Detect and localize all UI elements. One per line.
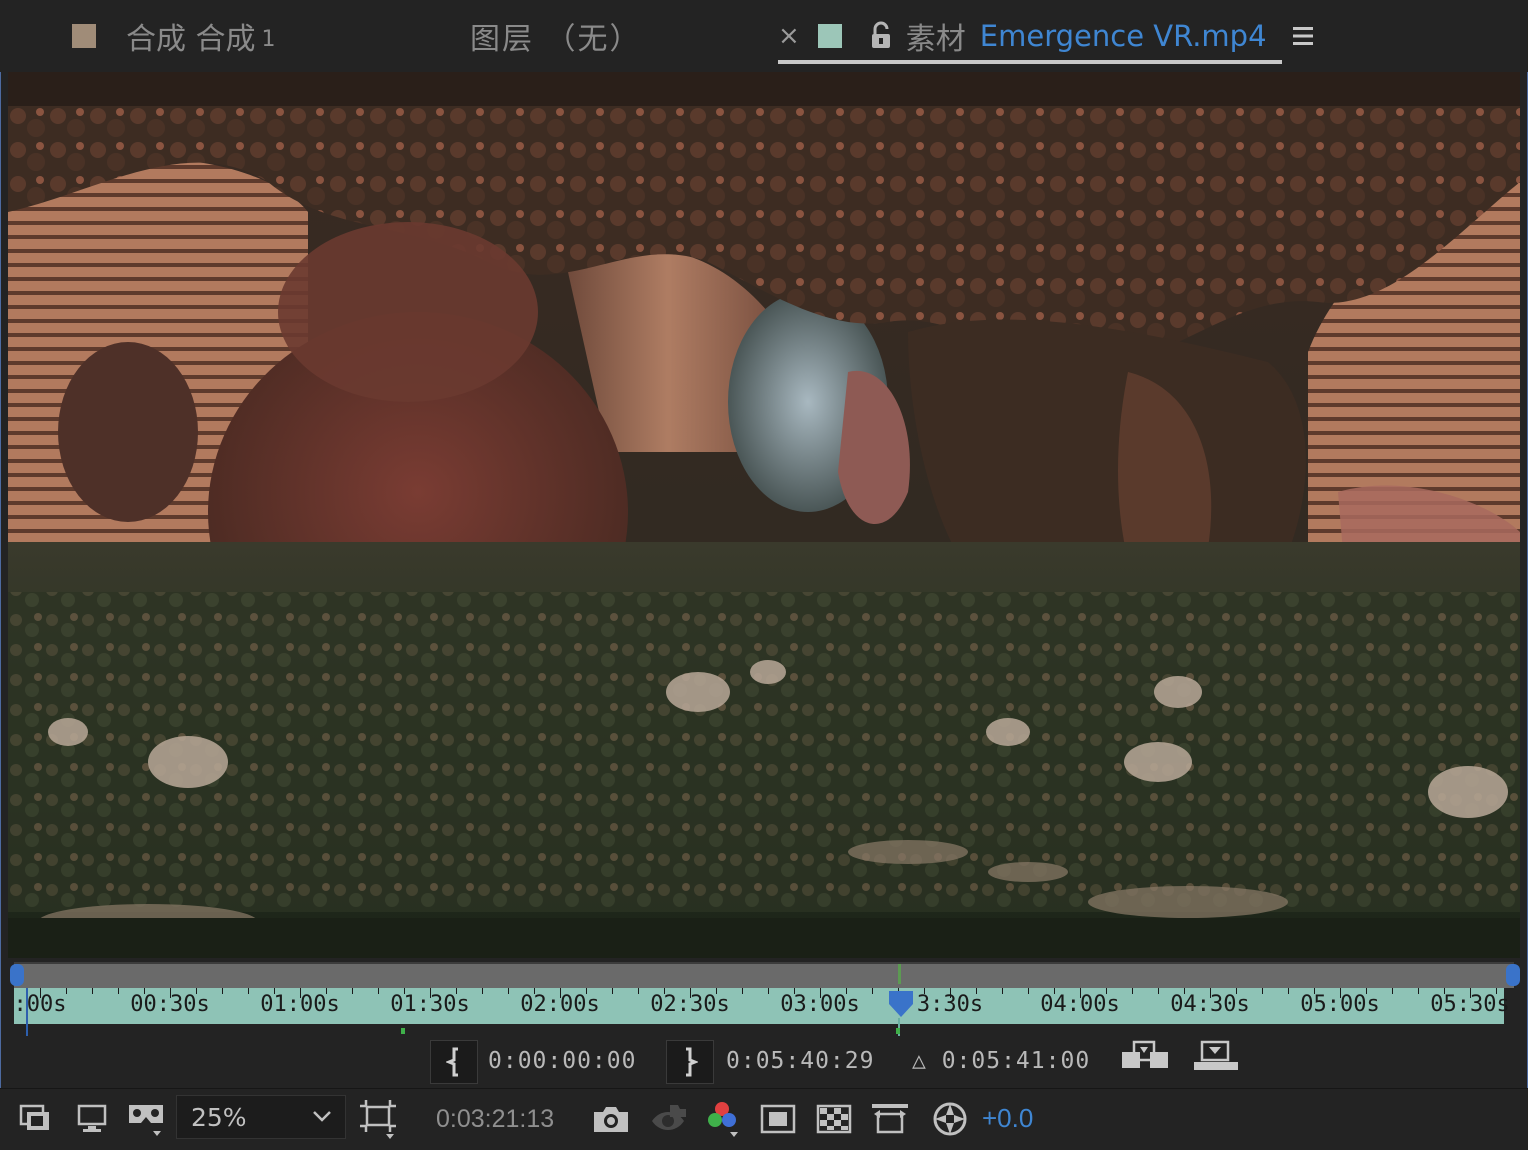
ruler-tick-label: :00s (13, 992, 67, 1017)
ruler-tick-label: 03:00s (780, 992, 860, 1017)
in-out-row: 0:00:00:00 0:05:40:29 △ 0:05:41:00 (0, 1040, 1528, 1084)
ruler-minor-tick (638, 988, 639, 994)
always-preview-icon (19, 1104, 49, 1130)
primary-viewer-button[interactable] (72, 1097, 112, 1141)
ruler-minor-tick (872, 988, 873, 994)
show-snapshot-button[interactable] (646, 1097, 690, 1141)
ruler-minor-tick (482, 988, 483, 994)
transparency-grid-icon (816, 1104, 852, 1134)
fast-previews-button[interactable] (870, 1097, 910, 1141)
toggle-mask-icon (760, 1104, 796, 1134)
show-snapshot-icon (652, 1105, 686, 1130)
close-tab-icon[interactable]: × (778, 21, 800, 51)
ruler-minor-tick (1002, 988, 1003, 994)
exposure-reset-icon (933, 1102, 967, 1136)
viewer-toolbar: 25% 0:03:21:13 +0.0 (0, 1088, 1528, 1150)
work-area-start-handle[interactable] (10, 964, 24, 986)
ruler-minor-tick (1392, 988, 1393, 994)
ruler-tick-label: 04:00s (1040, 992, 1120, 1017)
region-of-interest-button[interactable] (356, 1097, 400, 1141)
duration-timecode: △ 0:05:41:00 (912, 1048, 1091, 1074)
toggle-mask-button[interactable] (758, 1097, 798, 1141)
ruler-tick-label: 05:00s (1300, 992, 1380, 1017)
ruler-tick-label: 01:30s (390, 992, 470, 1017)
in-bracket-icon (446, 1047, 458, 1077)
footage-color-swatch (817, 24, 842, 48)
composition-color-swatch (72, 24, 96, 48)
ruler-minor-tick (352, 988, 353, 994)
ruler-minor-tick (768, 988, 769, 994)
ruler-minor-tick (1288, 988, 1289, 994)
take-snapshot-button[interactable] (590, 1097, 632, 1141)
lock-icon[interactable] (868, 21, 894, 51)
zoom-select[interactable]: 25% (176, 1095, 346, 1139)
ruler-minor-tick (222, 988, 223, 994)
current-time-display[interactable]: 0:03:21:13 (436, 1105, 554, 1134)
ruler-minor-tick (1262, 988, 1263, 994)
always-preview-button[interactable] (16, 1097, 56, 1141)
tab-composition-number: 1 (261, 26, 276, 52)
reset-exposure-button[interactable] (930, 1097, 970, 1141)
panel-menu-icon[interactable] (1291, 24, 1315, 48)
ruler-minor-tick (612, 988, 613, 994)
in-point-timecode[interactable]: 0:00:00:00 (488, 1048, 636, 1074)
playhead-icon[interactable] (888, 990, 914, 1018)
ruler-minor-tick (248, 988, 249, 994)
set-out-point-button[interactable] (666, 1040, 714, 1084)
ruler-minor-tick (1418, 988, 1419, 994)
tab-footage-kind: 素材 (905, 22, 966, 57)
tab-layer-label: 图层 （无） (470, 22, 642, 57)
ruler-tick-label: 01:00s (260, 992, 340, 1017)
ruler-tick-label: 02:00s (520, 992, 600, 1017)
out-point-timecode[interactable]: 0:05:40:29 (726, 1048, 874, 1074)
ruler-start-line (26, 988, 28, 1036)
region-of-interest-icon (360, 1100, 396, 1139)
work-area-bar[interactable] (14, 962, 1514, 988)
footage-frame-image (8, 72, 1520, 958)
monitor-icon (77, 1104, 107, 1132)
ruler-minor-tick (378, 988, 379, 994)
vr-headset-icon (129, 1105, 163, 1136)
footage-viewer[interactable] (8, 72, 1520, 958)
ruler-minor-tick (118, 988, 119, 994)
set-in-point-button[interactable] (430, 1040, 478, 1084)
ruler-minor-tick (1028, 988, 1029, 994)
transparency-grid-button[interactable] (814, 1097, 854, 1141)
active-tab-underline (778, 60, 1282, 64)
rgb-channels-icon (708, 1102, 738, 1137)
ruler-minor-tick (508, 988, 509, 994)
tab-layer[interactable]: 图层 （无） (470, 0, 642, 72)
vr-view-button[interactable] (124, 1097, 168, 1141)
camera-icon (594, 1107, 628, 1132)
ruler-tick-label: 04:30s (1170, 992, 1250, 1017)
ruler-minor-tick (1132, 988, 1133, 994)
fit-view-icon (872, 1104, 908, 1134)
tab-composition-label: 合成 合成 (126, 22, 256, 57)
ruler-tick-label: 00:30s (130, 992, 210, 1017)
ripple-insert-icon[interactable] (1120, 1040, 1170, 1074)
current-marker-dot (896, 1028, 900, 1034)
ruler-tick-label: 02:30s (650, 992, 730, 1017)
overlay-edit-icon[interactable] (1192, 1040, 1240, 1074)
work-area-end-handle[interactable] (1506, 964, 1520, 986)
tab-footage-filename: Emergence VR.mp4 (979, 19, 1267, 53)
ruler-minor-tick (742, 988, 743, 994)
panel-tab-bar: 合成 合成 1 图层 （无） × 素材 Emergence VR.mp4 (0, 0, 1528, 72)
chevron-down-icon (313, 1111, 331, 1122)
ruler-tick-label: 05:30s (1430, 992, 1510, 1017)
tab-composition[interactable]: 合成 合成 1 (72, 0, 276, 72)
work-area-current-marker (898, 964, 901, 984)
exposure-value[interactable]: +0.0 (982, 1103, 1033, 1134)
time-ruler[interactable]: :00s 00:30s 01:00s 01:30s 02:00s 02:30s 03:00s… (13, 988, 1510, 1024)
out-bracket-icon (686, 1047, 698, 1077)
ruler-tick-label: 3:30s (916, 992, 984, 1017)
ruler-minor-tick (92, 988, 93, 994)
zoom-value: 25% (191, 1102, 247, 1132)
ruler-minor-tick (1158, 988, 1159, 994)
in-marker-dot (401, 1028, 405, 1034)
channel-select-button[interactable] (702, 1097, 742, 1141)
